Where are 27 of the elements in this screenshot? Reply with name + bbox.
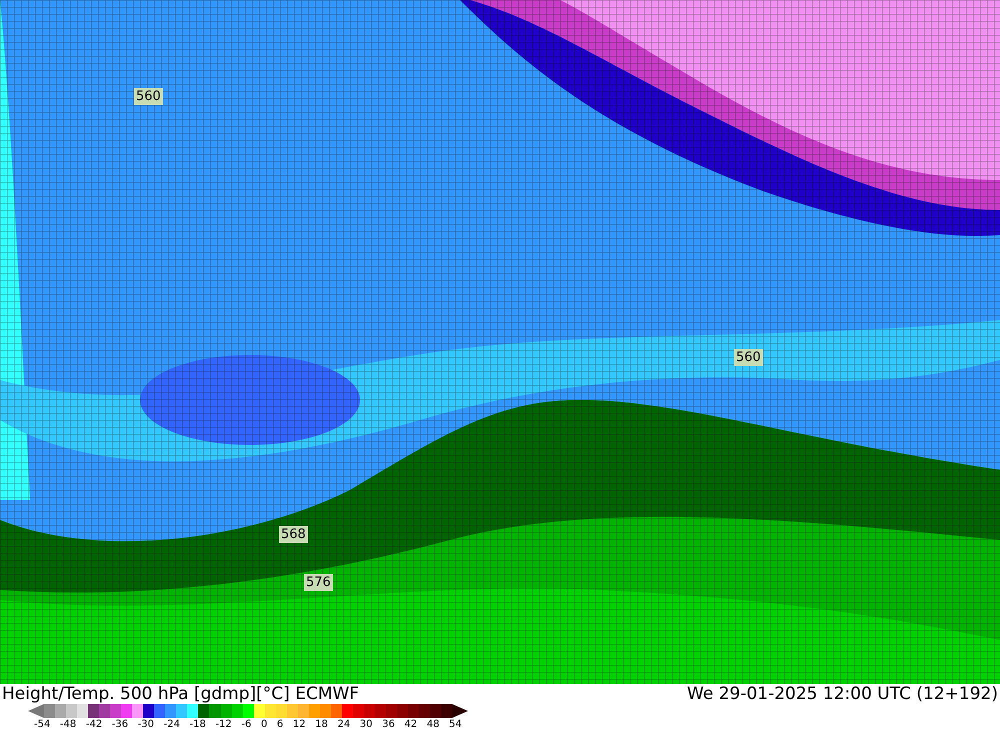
scale-tick-label: 18: [315, 718, 328, 732]
contour-label: 560: [734, 349, 763, 366]
chart-datetime: We 29-01-2025 12:00 UTC (12+192): [687, 684, 998, 704]
scale-tick-label: -48: [60, 718, 76, 732]
contour-label: 560: [134, 88, 163, 105]
scale-tick-label: 42: [404, 718, 418, 732]
scale-tick-label: 12: [292, 718, 306, 732]
scale-tick-label: -12: [215, 718, 232, 732]
right-arrow-icon: [452, 704, 468, 718]
scale-tick-label: -36: [112, 718, 128, 732]
scale-tick-label: -18: [190, 718, 206, 732]
scale-tick-label: 54: [449, 718, 462, 732]
scale-tick-label: -30: [138, 718, 154, 732]
contour-label: 568: [279, 526, 308, 543]
left-arrow-icon: [28, 704, 44, 718]
scale-tick-label: 0: [260, 718, 268, 732]
scale-tick-label: -24: [164, 718, 180, 732]
scale-tick-label: 48: [426, 718, 440, 732]
chart-title: Height/Temp. 500 hPa [gdmp][°C] ECMWF: [2, 684, 360, 704]
scale-tick-label: 24: [337, 718, 350, 732]
scale-tick-label: 30: [360, 718, 373, 732]
scale-tick-label: -54: [34, 718, 50, 732]
scale-tick-label: -6: [241, 718, 252, 732]
scale-tick-label: -42: [86, 718, 102, 732]
scale-tick-label: 36: [382, 718, 395, 732]
contour-label: 576: [304, 574, 333, 591]
scale-tick-label: 6: [276, 718, 284, 732]
